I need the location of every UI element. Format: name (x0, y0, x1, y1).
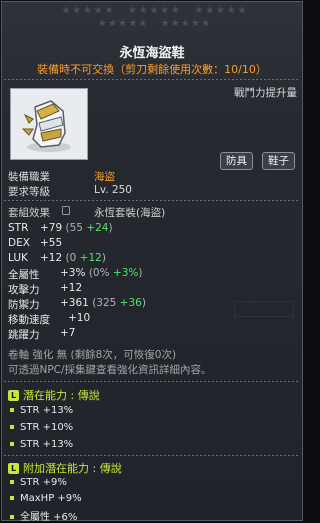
npc-info: 可透過NPC/採集鍵查看強化資訊詳細內容。 (8, 364, 212, 376)
star-icon (72, 6, 81, 14)
divider (4, 455, 300, 456)
additional-potential-line: MaxHP +9% (10, 493, 82, 504)
star-icon (181, 19, 190, 27)
stat-name: DEX (8, 237, 30, 249)
star-icon (201, 19, 210, 27)
stat-luk: LUK +12 (0 +12) (8, 252, 106, 264)
stat-value: +10 (68, 312, 91, 324)
star-icon (171, 19, 180, 27)
star-icon (171, 6, 180, 14)
star-icon (98, 19, 107, 27)
stat-defense: 防禦力 +361 (325 +36) (8, 297, 146, 312)
star-force-row-2 (62, 19, 246, 27)
stat-value: +12 (0 +12) (40, 252, 106, 264)
stat-name: STR (8, 222, 29, 234)
star-icon (161, 19, 169, 27)
star-icon (62, 6, 70, 14)
star-icon (191, 19, 200, 27)
stat-value: +55 (40, 237, 63, 249)
stat-name: 移動速度 (8, 314, 50, 326)
scroll-info: 卷軸 強化 無 (剩餘8次，可恢復0次) (8, 349, 177, 361)
potential-line: STR +13% (10, 405, 73, 416)
item-title: 永恆海盜鞋 (119, 46, 185, 61)
background-shadow (234, 301, 294, 317)
additional-potential-label: 附加潛在能力 : 傳說 (23, 462, 122, 475)
power-increase-label: 戰鬥力提升量 (234, 87, 297, 99)
stat-str: STR +79 (55 +24) (8, 222, 113, 234)
stat-value: +79 (55 +24) (40, 222, 113, 234)
star-icon (238, 6, 246, 14)
stat-name: 攻擊力 (8, 284, 40, 296)
star-icon (128, 19, 137, 27)
stat-value: +12 (60, 282, 83, 294)
stat-all: 全屬性 +3% (0% +3%) (8, 267, 143, 282)
required-level-value: Lv. 250 (94, 184, 132, 196)
stat-name: 全屬性 (8, 269, 40, 281)
star-force-row (62, 6, 246, 14)
set-effect-label: 套組效果 (8, 207, 50, 219)
potential-line: STR +13% (10, 439, 73, 450)
set-name: 永恆套裝(海盜) (94, 207, 166, 219)
star-icon (128, 6, 137, 14)
item-tooltip: 永恆海盜鞋 裝備時不可交換（剪刀剩餘使用次數：10/10） 戰鬥力提升量 防具 … (1, 1, 303, 523)
star-icon (139, 19, 147, 27)
tag-category: 防具 (220, 152, 253, 170)
star-icon (195, 6, 203, 14)
divider (4, 79, 300, 80)
lock-icon (62, 206, 70, 215)
additional-potential-line: STR +9% (10, 477, 67, 488)
stat-name: 跳躍力 (8, 329, 40, 341)
potential-header: L 潛在能力 : 傳說 (8, 387, 100, 403)
trade-restriction: 裝備時不可交換（剪刀剩餘使用次數：10/10） (37, 63, 267, 76)
stat-speed: 移動速度 +10 (8, 312, 90, 327)
item-image (10, 88, 88, 160)
additional-potential-header: L 附加潛在能力 : 傳說 (8, 460, 122, 476)
required-job-label: 裝備職業 (8, 171, 50, 183)
star-icon (105, 6, 113, 14)
divider (4, 381, 300, 382)
stat-name: LUK (8, 252, 28, 264)
tag-slot: 鞋子 (262, 152, 295, 170)
required-job-value: 海盜 (94, 171, 115, 183)
stat-value: +7 (60, 327, 76, 339)
required-level: 要求等級 Lv. 250 (8, 184, 132, 199)
stat-jump: 跳躍力 +7 (8, 327, 75, 342)
potential-line: STR +10% (10, 422, 73, 433)
legendary-grade-icon: L (8, 389, 19, 401)
potential-label: 潛在能力 : 傳說 (23, 389, 100, 402)
stat-dex: DEX +55 (8, 237, 62, 249)
stat-attack: 攻擊力 +12 (8, 282, 82, 297)
star-icon (108, 19, 117, 27)
legendary-grade-icon: L (8, 462, 19, 474)
star-icon (94, 6, 103, 14)
star-icon (216, 6, 225, 14)
star-icon (205, 6, 214, 14)
stat-value: +361 (325 +36) (60, 297, 146, 309)
divider (4, 200, 300, 201)
additional-potential-line: 全屬性 +6% (10, 508, 77, 523)
star-icon (118, 19, 127, 27)
required-job: 裝備職業 海盜 (8, 169, 115, 184)
star-icon (160, 6, 169, 14)
shoe-icon (21, 100, 71, 152)
stat-value: +3% (0% +3%) (60, 267, 143, 279)
required-level-label: 要求等級 (8, 186, 50, 198)
star-icon (227, 6, 236, 14)
star-icon (83, 6, 92, 14)
stat-name: 防禦力 (8, 299, 40, 311)
star-icon (150, 6, 158, 14)
star-icon (139, 6, 148, 14)
